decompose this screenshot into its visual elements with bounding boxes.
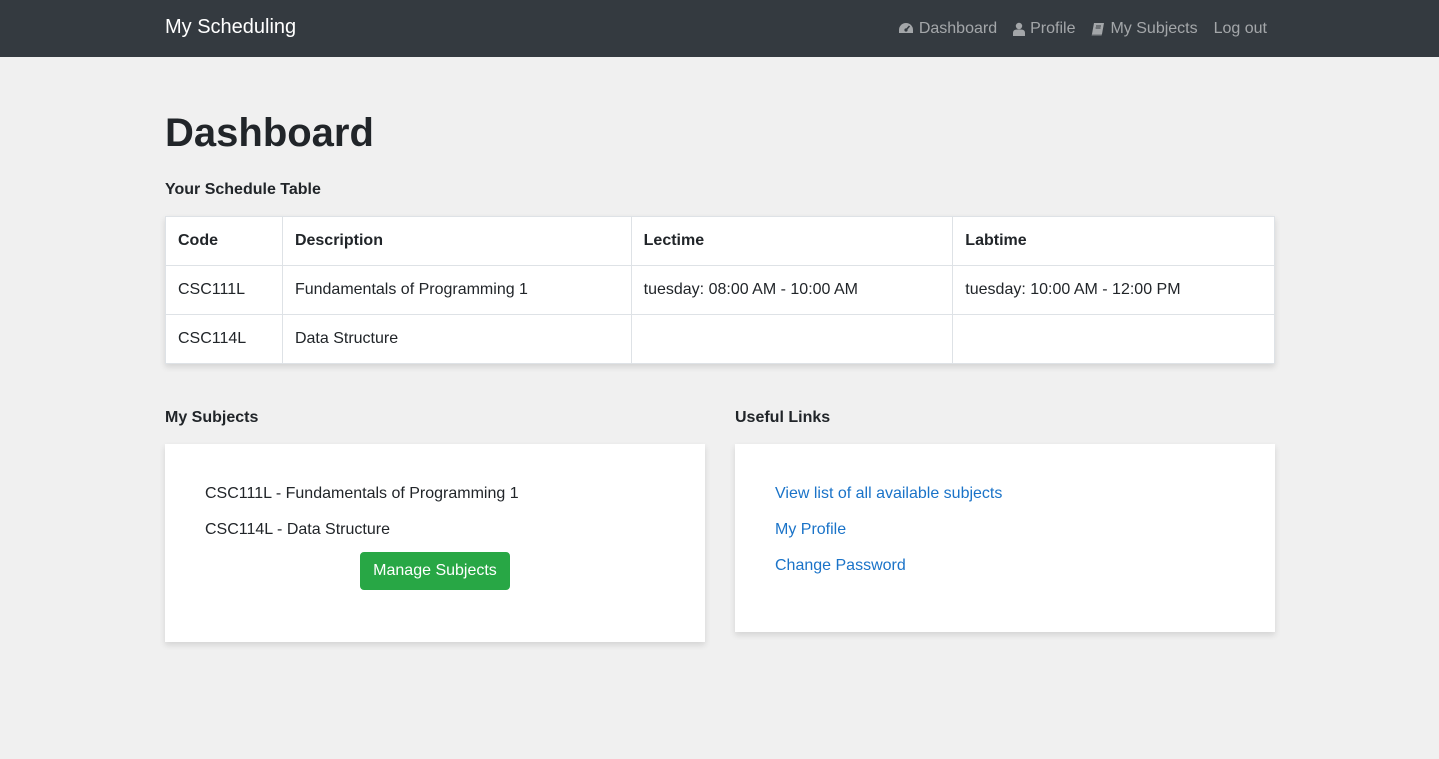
bottom-panels: My Subjects CSC111L - Fundamentals of Pr… bbox=[165, 408, 1275, 643]
list-item: CSC114L - Data Structure bbox=[205, 521, 390, 539]
button-wrapper: Manage Subjects bbox=[205, 552, 665, 591]
cell-labtime bbox=[952, 314, 1275, 365]
nav-links: Dashboard Profile My Subjects Log out bbox=[882, 0, 1267, 57]
cell-code: CSC114L bbox=[165, 314, 283, 365]
column-header-description: Description bbox=[281, 216, 632, 267]
useful-links-card: View list of all available subjects My P… bbox=[735, 444, 1275, 633]
cell-labtime: tuesday: 10:00 AM - 12:00 PM bbox=[952, 265, 1275, 316]
book-icon bbox=[1092, 22, 1105, 35]
top-navbar: My Scheduling Dashboard Profile My Subje… bbox=[0, 0, 1439, 57]
list-item: CSC111L - Fundamentals of Programming 1 bbox=[205, 485, 519, 503]
column-header-lectime: Lectime bbox=[630, 216, 954, 267]
nav-dashboard-link[interactable]: Dashboard bbox=[898, 20, 997, 38]
my-subjects-heading: My Subjects bbox=[165, 409, 259, 427]
cell-lectime bbox=[630, 314, 954, 365]
view-all-subjects-link[interactable]: View list of all available subjects bbox=[775, 484, 1235, 504]
manage-subjects-button[interactable]: Manage Subjects bbox=[360, 552, 510, 591]
nav-dashboard-label: Dashboard bbox=[918, 19, 998, 37]
nav-logout-label: Log out bbox=[1213, 19, 1267, 37]
schedule-table: Code Description Lectime Labtime CSC111L… bbox=[165, 216, 1275, 365]
cell-description: Fundamentals of Programming 1 bbox=[281, 265, 632, 316]
table-header-row: Code Description Lectime Labtime bbox=[165, 216, 1275, 267]
brand-link[interactable]: My Scheduling bbox=[165, 16, 296, 39]
useful-links-heading: Useful Links bbox=[735, 409, 831, 427]
table-row: CSC114L Data Structure bbox=[165, 314, 1275, 365]
schedule-table-heading: Your Schedule Table bbox=[165, 181, 321, 198]
useful-links-section: Useful Links View list of all available … bbox=[735, 408, 1275, 642]
column-header-code: Code bbox=[165, 216, 283, 267]
user-icon bbox=[1013, 22, 1026, 36]
page-title: Dashboard bbox=[165, 111, 374, 155]
cell-lectime: tuesday: 08:00 AM - 10:00 AM bbox=[630, 265, 954, 316]
tachometer-icon bbox=[898, 22, 913, 33]
nav-my-subjects-link[interactable]: My Subjects bbox=[1091, 19, 1198, 38]
my-subjects-section: My Subjects CSC111L - Fundamentals of Pr… bbox=[165, 408, 705, 643]
cell-description: Data Structure bbox=[281, 314, 632, 365]
main-content: Dashboard Your Schedule Table Code Descr… bbox=[165, 57, 1275, 643]
my-subjects-card: CSC111L - Fundamentals of Programming 1 … bbox=[165, 444, 705, 643]
column-header-labtime: Labtime bbox=[952, 216, 1275, 267]
my-profile-link[interactable]: My Profile bbox=[775, 520, 1235, 540]
nav-profile-link[interactable]: Profile bbox=[1013, 20, 1075, 38]
nav-profile-label: Profile bbox=[1030, 19, 1076, 37]
table-row: CSC111L Fundamentals of Programming 1 tu… bbox=[165, 265, 1275, 316]
nav-my-subjects-label: My Subjects bbox=[1110, 19, 1198, 37]
nav-logout-link[interactable]: Log out bbox=[1214, 20, 1267, 38]
cell-code: CSC111L bbox=[165, 265, 283, 316]
change-password-link[interactable]: Change Password bbox=[775, 556, 1235, 576]
